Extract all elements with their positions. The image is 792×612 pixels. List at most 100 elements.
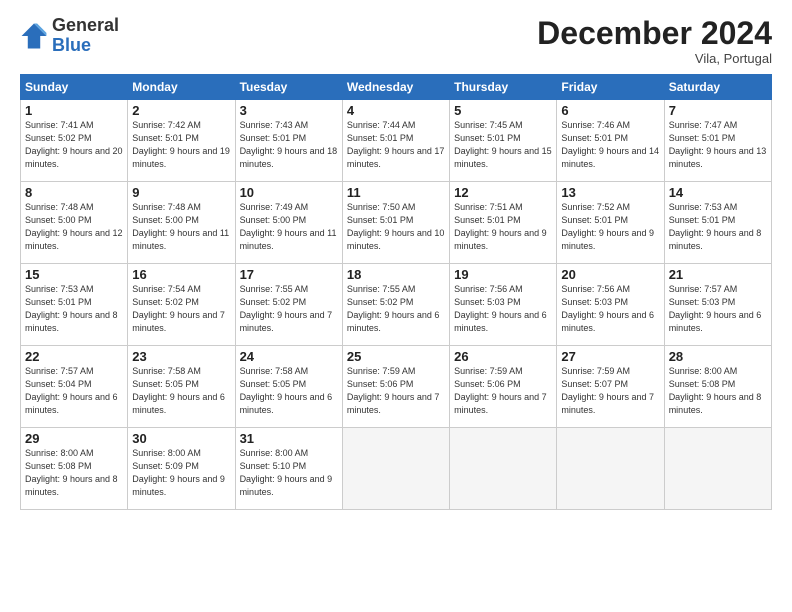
calendar-cell: 5 Sunrise: 7:45 AM Sunset: 5:01 PM Dayli… bbox=[450, 100, 557, 182]
calendar: SundayMondayTuesdayWednesdayThursdayFrid… bbox=[20, 74, 772, 510]
day-number: 24 bbox=[240, 349, 338, 364]
calendar-header-wednesday: Wednesday bbox=[342, 75, 449, 100]
day-info: Sunrise: 7:43 AM Sunset: 5:01 PM Dayligh… bbox=[240, 119, 338, 171]
logo-general: General bbox=[52, 15, 119, 35]
logo-text: General Blue bbox=[52, 16, 119, 56]
calendar-cell: 6 Sunrise: 7:46 AM Sunset: 5:01 PM Dayli… bbox=[557, 100, 664, 182]
day-info: Sunrise: 7:51 AM Sunset: 5:01 PM Dayligh… bbox=[454, 201, 552, 253]
calendar-cell bbox=[664, 428, 771, 510]
calendar-cell: 3 Sunrise: 7:43 AM Sunset: 5:01 PM Dayli… bbox=[235, 100, 342, 182]
day-number: 10 bbox=[240, 185, 338, 200]
calendar-cell: 2 Sunrise: 7:42 AM Sunset: 5:01 PM Dayli… bbox=[128, 100, 235, 182]
day-info: Sunrise: 7:48 AM Sunset: 5:00 PM Dayligh… bbox=[132, 201, 230, 253]
day-number: 25 bbox=[347, 349, 445, 364]
calendar-cell: 13 Sunrise: 7:52 AM Sunset: 5:01 PM Dayl… bbox=[557, 182, 664, 264]
calendar-cell: 20 Sunrise: 7:56 AM Sunset: 5:03 PM Dayl… bbox=[557, 264, 664, 346]
title-area: December 2024 Vila, Portugal bbox=[537, 16, 772, 66]
calendar-cell: 16 Sunrise: 7:54 AM Sunset: 5:02 PM Dayl… bbox=[128, 264, 235, 346]
calendar-cell: 30 Sunrise: 8:00 AM Sunset: 5:09 PM Dayl… bbox=[128, 428, 235, 510]
day-info: Sunrise: 7:58 AM Sunset: 5:05 PM Dayligh… bbox=[132, 365, 230, 417]
calendar-week-2: 8 Sunrise: 7:48 AM Sunset: 5:00 PM Dayli… bbox=[21, 182, 772, 264]
page: General Blue December 2024 Vila, Portuga… bbox=[0, 0, 792, 612]
day-info: Sunrise: 7:59 AM Sunset: 5:07 PM Dayligh… bbox=[561, 365, 659, 417]
day-number: 27 bbox=[561, 349, 659, 364]
day-info: Sunrise: 7:54 AM Sunset: 5:02 PM Dayligh… bbox=[132, 283, 230, 335]
day-number: 3 bbox=[240, 103, 338, 118]
day-number: 14 bbox=[669, 185, 767, 200]
day-info: Sunrise: 7:59 AM Sunset: 5:06 PM Dayligh… bbox=[347, 365, 445, 417]
calendar-cell: 18 Sunrise: 7:55 AM Sunset: 5:02 PM Dayl… bbox=[342, 264, 449, 346]
day-info: Sunrise: 7:41 AM Sunset: 5:02 PM Dayligh… bbox=[25, 119, 123, 171]
calendar-header-row: SundayMondayTuesdayWednesdayThursdayFrid… bbox=[21, 75, 772, 100]
header: General Blue December 2024 Vila, Portuga… bbox=[20, 16, 772, 66]
day-number: 11 bbox=[347, 185, 445, 200]
day-number: 7 bbox=[669, 103, 767, 118]
calendar-cell: 15 Sunrise: 7:53 AM Sunset: 5:01 PM Dayl… bbox=[21, 264, 128, 346]
day-number: 9 bbox=[132, 185, 230, 200]
day-info: Sunrise: 7:56 AM Sunset: 5:03 PM Dayligh… bbox=[561, 283, 659, 335]
calendar-cell: 14 Sunrise: 7:53 AM Sunset: 5:01 PM Dayl… bbox=[664, 182, 771, 264]
day-number: 20 bbox=[561, 267, 659, 282]
day-number: 30 bbox=[132, 431, 230, 446]
calendar-cell: 12 Sunrise: 7:51 AM Sunset: 5:01 PM Dayl… bbox=[450, 182, 557, 264]
calendar-cell bbox=[557, 428, 664, 510]
day-info: Sunrise: 7:50 AM Sunset: 5:01 PM Dayligh… bbox=[347, 201, 445, 253]
day-number: 26 bbox=[454, 349, 552, 364]
day-info: Sunrise: 7:53 AM Sunset: 5:01 PM Dayligh… bbox=[669, 201, 767, 253]
day-info: Sunrise: 7:49 AM Sunset: 5:00 PM Dayligh… bbox=[240, 201, 338, 253]
day-info: Sunrise: 7:44 AM Sunset: 5:01 PM Dayligh… bbox=[347, 119, 445, 171]
day-number: 22 bbox=[25, 349, 123, 364]
day-info: Sunrise: 7:59 AM Sunset: 5:06 PM Dayligh… bbox=[454, 365, 552, 417]
calendar-cell: 8 Sunrise: 7:48 AM Sunset: 5:00 PM Dayli… bbox=[21, 182, 128, 264]
day-info: Sunrise: 7:58 AM Sunset: 5:05 PM Dayligh… bbox=[240, 365, 338, 417]
logo-blue: Blue bbox=[52, 35, 91, 55]
logo-icon bbox=[20, 22, 48, 50]
day-number: 1 bbox=[25, 103, 123, 118]
calendar-cell: 11 Sunrise: 7:50 AM Sunset: 5:01 PM Dayl… bbox=[342, 182, 449, 264]
day-number: 18 bbox=[347, 267, 445, 282]
calendar-cell: 1 Sunrise: 7:41 AM Sunset: 5:02 PM Dayli… bbox=[21, 100, 128, 182]
day-info: Sunrise: 7:57 AM Sunset: 5:04 PM Dayligh… bbox=[25, 365, 123, 417]
calendar-cell: 26 Sunrise: 7:59 AM Sunset: 5:06 PM Dayl… bbox=[450, 346, 557, 428]
calendar-cell: 17 Sunrise: 7:55 AM Sunset: 5:02 PM Dayl… bbox=[235, 264, 342, 346]
calendar-cell: 28 Sunrise: 8:00 AM Sunset: 5:08 PM Dayl… bbox=[664, 346, 771, 428]
day-number: 31 bbox=[240, 431, 338, 446]
calendar-week-4: 22 Sunrise: 7:57 AM Sunset: 5:04 PM Dayl… bbox=[21, 346, 772, 428]
calendar-cell: 27 Sunrise: 7:59 AM Sunset: 5:07 PM Dayl… bbox=[557, 346, 664, 428]
day-number: 21 bbox=[669, 267, 767, 282]
day-number: 15 bbox=[25, 267, 123, 282]
calendar-cell: 29 Sunrise: 8:00 AM Sunset: 5:08 PM Dayl… bbox=[21, 428, 128, 510]
day-info: Sunrise: 7:55 AM Sunset: 5:02 PM Dayligh… bbox=[240, 283, 338, 335]
calendar-header-tuesday: Tuesday bbox=[235, 75, 342, 100]
calendar-week-3: 15 Sunrise: 7:53 AM Sunset: 5:01 PM Dayl… bbox=[21, 264, 772, 346]
calendar-cell: 19 Sunrise: 7:56 AM Sunset: 5:03 PM Dayl… bbox=[450, 264, 557, 346]
calendar-cell bbox=[342, 428, 449, 510]
calendar-cell: 31 Sunrise: 8:00 AM Sunset: 5:10 PM Dayl… bbox=[235, 428, 342, 510]
day-info: Sunrise: 7:46 AM Sunset: 5:01 PM Dayligh… bbox=[561, 119, 659, 171]
month-title: December 2024 bbox=[537, 16, 772, 51]
day-info: Sunrise: 7:45 AM Sunset: 5:01 PM Dayligh… bbox=[454, 119, 552, 171]
calendar-cell: 23 Sunrise: 7:58 AM Sunset: 5:05 PM Dayl… bbox=[128, 346, 235, 428]
calendar-cell: 21 Sunrise: 7:57 AM Sunset: 5:03 PM Dayl… bbox=[664, 264, 771, 346]
logo: General Blue bbox=[20, 16, 119, 56]
day-info: Sunrise: 8:00 AM Sunset: 5:08 PM Dayligh… bbox=[25, 447, 123, 499]
location: Vila, Portugal bbox=[537, 51, 772, 66]
day-number: 6 bbox=[561, 103, 659, 118]
calendar-cell: 9 Sunrise: 7:48 AM Sunset: 5:00 PM Dayli… bbox=[128, 182, 235, 264]
day-info: Sunrise: 7:53 AM Sunset: 5:01 PM Dayligh… bbox=[25, 283, 123, 335]
day-number: 17 bbox=[240, 267, 338, 282]
calendar-header-thursday: Thursday bbox=[450, 75, 557, 100]
day-info: Sunrise: 8:00 AM Sunset: 5:09 PM Dayligh… bbox=[132, 447, 230, 499]
day-number: 4 bbox=[347, 103, 445, 118]
calendar-header-friday: Friday bbox=[557, 75, 664, 100]
day-info: Sunrise: 7:48 AM Sunset: 5:00 PM Dayligh… bbox=[25, 201, 123, 253]
calendar-cell: 25 Sunrise: 7:59 AM Sunset: 5:06 PM Dayl… bbox=[342, 346, 449, 428]
day-info: Sunrise: 8:00 AM Sunset: 5:08 PM Dayligh… bbox=[669, 365, 767, 417]
day-info: Sunrise: 7:55 AM Sunset: 5:02 PM Dayligh… bbox=[347, 283, 445, 335]
day-number: 2 bbox=[132, 103, 230, 118]
day-info: Sunrise: 7:47 AM Sunset: 5:01 PM Dayligh… bbox=[669, 119, 767, 171]
day-number: 19 bbox=[454, 267, 552, 282]
day-info: Sunrise: 7:52 AM Sunset: 5:01 PM Dayligh… bbox=[561, 201, 659, 253]
day-number: 23 bbox=[132, 349, 230, 364]
day-number: 16 bbox=[132, 267, 230, 282]
